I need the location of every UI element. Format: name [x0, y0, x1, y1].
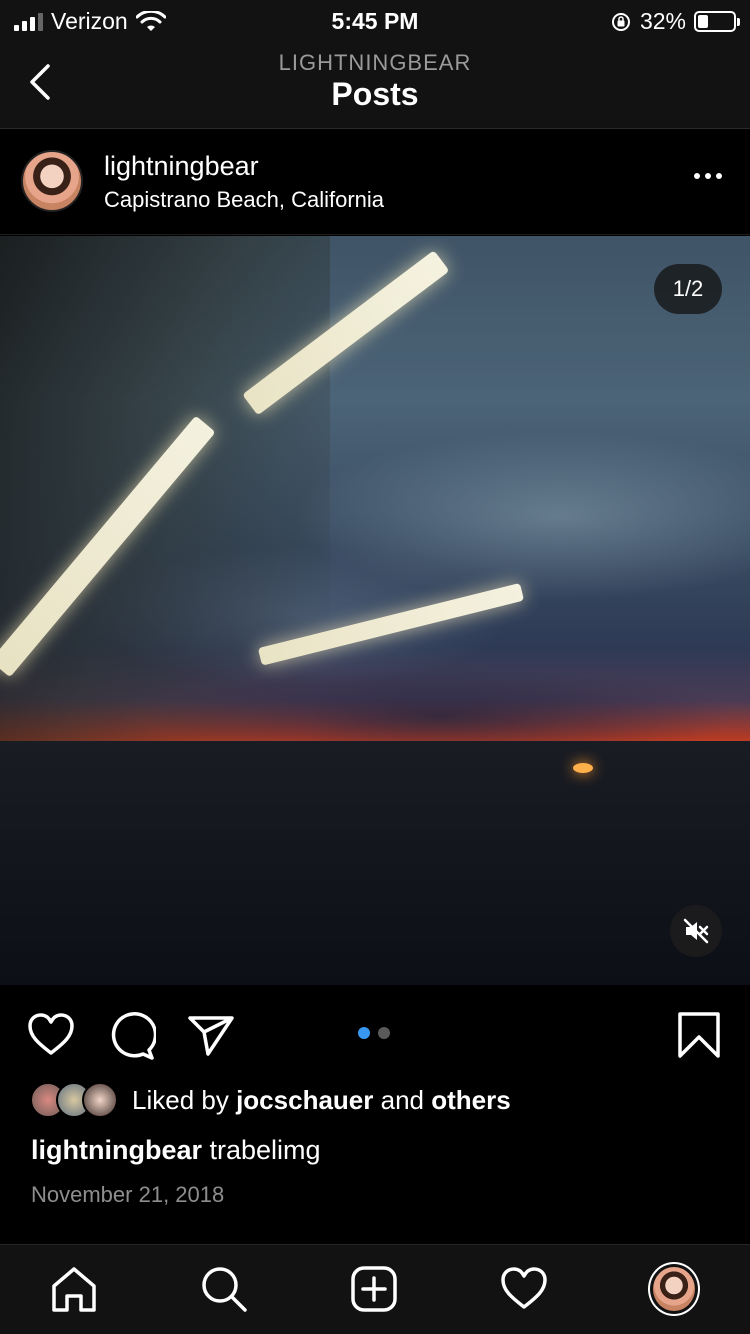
liked-by-others[interactable]: others	[431, 1085, 510, 1115]
status-bar: Verizon 5:45 PM 32%	[0, 0, 750, 40]
media-lamp	[573, 763, 593, 773]
post-media[interactable]: 1/2	[0, 236, 750, 985]
post-date: November 21, 2018	[31, 1182, 225, 1207]
likes-row[interactable]: Liked by jocschauer and others	[30, 1082, 511, 1118]
nav-subtitle: LIGHTNINGBEAR	[278, 50, 472, 75]
avatar[interactable]	[21, 150, 83, 212]
battery-icon	[694, 11, 740, 32]
tab-search[interactable]	[198, 1263, 250, 1315]
post-username[interactable]: lightningbear	[104, 151, 259, 182]
media-counter: 1/2	[654, 264, 722, 314]
mute-button[interactable]	[670, 905, 722, 957]
page-title: Posts	[331, 76, 419, 112]
tab-activity[interactable]	[498, 1263, 550, 1315]
heart-icon	[501, 1267, 547, 1309]
status-right: 32%	[610, 8, 740, 35]
caption-text: trabelimg	[209, 1135, 321, 1165]
mute-icon	[683, 918, 709, 944]
tab-bar	[0, 1244, 750, 1334]
caption: lightningbear trabelimg	[31, 1135, 321, 1166]
search-icon	[202, 1267, 247, 1312]
liked-by-user[interactable]: jocschauer	[236, 1085, 373, 1115]
heart-icon[interactable]	[26, 1010, 76, 1060]
likes-text: Liked by jocschauer and others	[132, 1085, 511, 1116]
comment-icon[interactable]	[106, 1010, 156, 1060]
action-row	[0, 1000, 750, 1070]
orientation-lock-icon	[611, 12, 630, 31]
tab-create[interactable]	[348, 1263, 400, 1315]
plus-square-icon	[351, 1266, 397, 1312]
liked-by-and: and	[380, 1084, 424, 1115]
more-icon[interactable]	[694, 173, 722, 179]
tab-home[interactable]	[48, 1263, 100, 1315]
avatar	[648, 1262, 700, 1316]
post-location[interactable]: Capistrano Beach, California	[104, 187, 384, 213]
avatar	[82, 1082, 118, 1118]
home-icon	[52, 1267, 96, 1312]
send-icon[interactable]	[186, 1010, 236, 1060]
carousel-dot-active	[358, 1027, 370, 1039]
battery-percent: 32%	[639, 8, 686, 34]
bookmark-icon[interactable]	[674, 1010, 724, 1060]
nav-header: LIGHTNINGBEAR Posts	[0, 40, 750, 129]
liked-by-prefix: Liked by	[132, 1084, 229, 1115]
media-ground	[0, 741, 750, 985]
post-header: lightningbear Capistrano Beach, Californ…	[0, 129, 750, 235]
liker-avatars	[30, 1082, 120, 1118]
carousel-dot	[378, 1027, 390, 1039]
carousel-dots	[358, 1027, 390, 1039]
caption-username[interactable]: lightningbear	[31, 1135, 202, 1165]
tab-profile[interactable]	[648, 1262, 700, 1316]
